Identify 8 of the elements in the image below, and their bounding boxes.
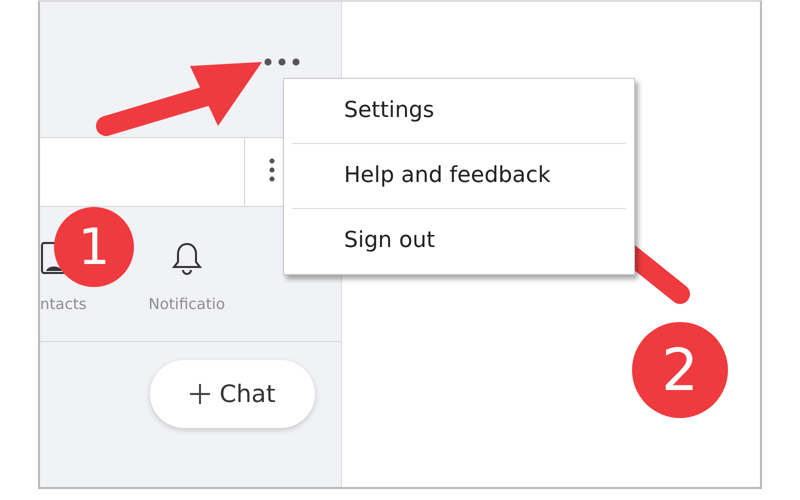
bell-icon (172, 241, 202, 275)
menu-item[interactable]: Sign out (292, 209, 626, 274)
menu-item[interactable]: Help and feedback (292, 144, 626, 208)
menu-item[interactable]: Settings (292, 79, 626, 144)
new-chat-button[interactable]: Chat (150, 360, 315, 428)
more-icon[interactable] (263, 57, 301, 67)
step-number: 2 (632, 322, 728, 418)
plus-icon (189, 383, 212, 405)
